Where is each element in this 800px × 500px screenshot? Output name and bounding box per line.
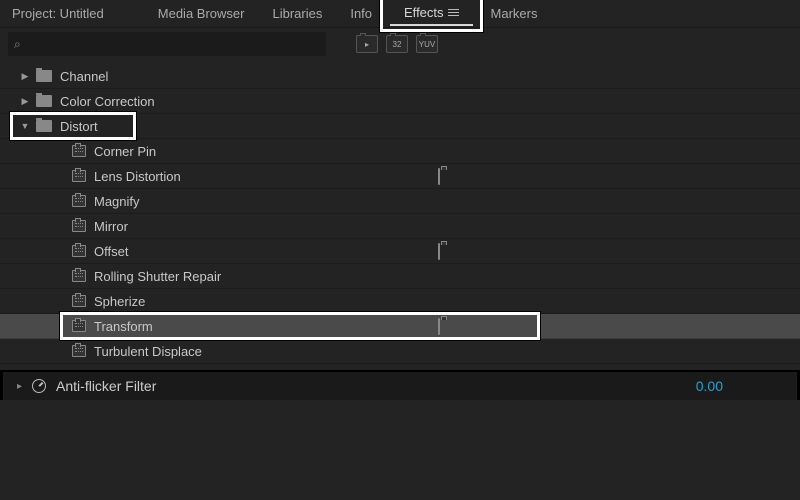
effect-label: Turbulent Displace xyxy=(94,344,202,359)
preset-icon xyxy=(72,270,86,282)
effect-transform[interactable]: Transform xyxy=(0,314,800,339)
preset-icon xyxy=(72,145,86,157)
effect-offset[interactable]: Offset xyxy=(0,239,800,264)
effect-label: Spherize xyxy=(94,294,145,309)
chevron-right-icon[interactable]: ▸ xyxy=(17,381,22,392)
tab-libraries[interactable]: Libraries xyxy=(258,0,336,27)
folder-channel[interactable]: ▶ Channel xyxy=(0,64,800,89)
chevron-right-icon: ▶ xyxy=(18,71,32,82)
tab-info[interactable]: Info xyxy=(336,0,386,27)
accelerated-badge[interactable]: ▸ xyxy=(356,35,378,53)
effect-lens-distortion[interactable]: Lens Distortion xyxy=(0,164,800,189)
effect-mirror[interactable]: Mirror xyxy=(0,214,800,239)
folder-label: Distort xyxy=(60,119,98,134)
effect-label: Transform xyxy=(94,319,153,334)
search-icon: ⌕ xyxy=(14,37,21,52)
effect-rolling-shutter-repair[interactable]: Rolling Shutter Repair xyxy=(0,264,800,289)
preset-icon xyxy=(72,295,86,307)
preset-icon xyxy=(72,345,86,357)
preset-icon xyxy=(72,195,86,207)
folder-label: Color Correction xyxy=(60,94,155,109)
tab-project[interactable]: Project: Untitled xyxy=(8,0,144,27)
tab-media-browser[interactable]: Media Browser xyxy=(144,0,259,27)
property-value[interactable]: 0.00 xyxy=(696,378,723,394)
effect-label: Mirror xyxy=(94,219,128,234)
effect-badge xyxy=(438,319,440,334)
effect-label: Rolling Shutter Repair xyxy=(94,269,221,284)
effects-search-field[interactable]: ⌕ xyxy=(8,32,326,56)
panel-tab-bar: Project: Untitled Media Browser Librarie… xyxy=(0,0,800,28)
effect-label: Offset xyxy=(94,244,128,259)
preset-icon xyxy=(72,320,86,332)
folder-distort[interactable]: ▼ Distort xyxy=(0,114,800,139)
folder-color-correction[interactable]: ▶ Color Correction xyxy=(0,89,800,114)
effect-controls-row: ▸ Anti-flicker Filter 0.00 xyxy=(0,370,800,400)
folder-icon xyxy=(36,120,52,132)
effect-filter-badges: ▸ 32 YUV xyxy=(356,35,438,53)
preset-icon xyxy=(72,220,86,232)
32bit-badge[interactable]: 32 xyxy=(386,35,408,53)
folder-icon xyxy=(36,70,52,82)
panel-menu-icon[interactable] xyxy=(448,9,459,16)
folder-icon xyxy=(36,95,52,107)
effect-badge xyxy=(438,169,440,184)
folder-label: Channel xyxy=(60,69,108,84)
chevron-right-icon: ▶ xyxy=(18,96,32,107)
tab-effects[interactable]: Effects xyxy=(390,1,473,26)
effect-label: Corner Pin xyxy=(94,144,156,159)
property-label: Anti-flicker Filter xyxy=(56,378,696,394)
preset-icon xyxy=(72,170,86,182)
effect-corner-pin[interactable]: Corner Pin xyxy=(0,139,800,164)
effects-tree: ▶ Channel ▶ Color Correction ▼ Distort C… xyxy=(0,60,800,368)
tab-markers[interactable]: Markers xyxy=(477,0,552,27)
effect-label: Magnify xyxy=(94,194,140,209)
chevron-down-icon: ▼ xyxy=(18,121,32,131)
search-input[interactable] xyxy=(27,37,320,51)
tab-effects-label: Effects xyxy=(404,5,444,20)
effect-badge xyxy=(438,244,440,259)
yuv-badge[interactable]: YUV xyxy=(416,35,438,53)
preset-icon xyxy=(72,245,86,257)
effect-spherize[interactable]: Spherize xyxy=(0,289,800,314)
effect-turbulent-displace[interactable]: Turbulent Displace xyxy=(0,339,800,364)
effects-search-row: ⌕ ▸ 32 YUV xyxy=(0,28,800,60)
effect-magnify[interactable]: Magnify xyxy=(0,189,800,214)
stopwatch-icon[interactable] xyxy=(32,379,46,393)
effect-label: Lens Distortion xyxy=(94,169,181,184)
